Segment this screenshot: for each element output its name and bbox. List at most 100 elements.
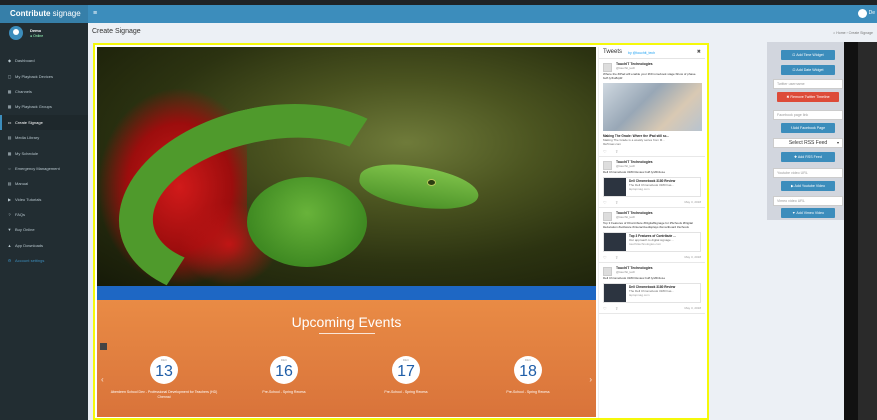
- tweet-date[interactable]: May 3, 2018: [684, 306, 701, 310]
- prev-arrow-icon[interactable]: ‹: [101, 375, 104, 384]
- share-icon[interactable]: ⇪: [615, 149, 618, 154]
- tweet-text: Top 3 Features of #Contribute #DigitalSi…: [603, 221, 693, 229]
- tweet-card[interactable]: Dell Chromebook 3180 Review The Dell Chro…: [603, 177, 701, 197]
- heart-icon[interactable]: ♡: [603, 306, 607, 311]
- event-date-badge: DEC 17: [392, 356, 420, 384]
- events-widget[interactable]: Upcoming Events ‹ › DEC 13 Aberdeen School…: [97, 300, 596, 417]
- share-icon[interactable]: ⇪: [615, 255, 618, 260]
- top-bar: Contribute signage ≡ De: [0, 5, 877, 23]
- close-icon[interactable]: ✖: [697, 49, 701, 55]
- chevron-down-icon: ▾: [836, 140, 839, 145]
- sidebar-item-channels[interactable]: ▦ Channels: [0, 84, 88, 99]
- sidebar-item-account-settings[interactable]: ⚙ Account settings: [0, 253, 88, 268]
- facebook-link-input[interactable]: Facebook page link: [773, 110, 843, 120]
- event-item[interactable]: DEC 17 Pre-School - Spring Recess: [351, 356, 461, 395]
- heart-icon[interactable]: ♡: [603, 149, 607, 154]
- sidebar-item-create-signage[interactable]: ▭ Create Signage: [0, 114, 88, 130]
- media-icon: ▤: [7, 135, 12, 141]
- rss-feed-select[interactable]: Select RSS Feed ▾: [773, 138, 843, 148]
- sidebar-item-video-tutorials[interactable]: ▶ Video Tutorials: [0, 192, 88, 207]
- user-avatar-icon[interactable]: [858, 9, 867, 18]
- event-day: 13: [155, 363, 173, 380]
- tweet[interactable]: TouchIT Technologies @touchit_tech Dell Ch…: [599, 263, 705, 314]
- sidebar-item-my-schedule[interactable]: ▦ My Schedule: [0, 145, 88, 160]
- sidebar-item-emergency-management[interactable]: ○ Emergency Management: [0, 161, 88, 176]
- page-title: Create Signage: [92, 28, 141, 35]
- tweet-card-site: laptopmag.com: [629, 293, 650, 297]
- channels-icon: ▦: [7, 88, 12, 94]
- preview-panel-inner: [858, 42, 877, 420]
- tweet[interactable]: TouchIT Technologies @touchit_tech Where t…: [599, 59, 705, 157]
- heart-icon[interactable]: ♡: [603, 200, 607, 205]
- brand-logo[interactable]: Contribute signage: [0, 5, 88, 23]
- ticker-strip[interactable]: [97, 286, 596, 300]
- event-item[interactable]: DEC 18 Pre-School - Spring Recess: [473, 356, 583, 395]
- event-month: DEC: [402, 358, 410, 362]
- sidebar-item-app-downloads[interactable]: ▲ App Downloads: [0, 238, 88, 253]
- remove-twitter-button[interactable]: ✖ Remove Twitter Timeline: [777, 92, 839, 102]
- tweet[interactable]: TouchIT Technologies @touchit_tech Top 3 F…: [599, 208, 705, 263]
- snake-eye: [427, 179, 436, 186]
- tweet-card[interactable]: Top 3 Features of Contribute ... Our appr…: [603, 232, 701, 252]
- tweet-date[interactable]: May 3, 2018: [684, 255, 701, 259]
- event-item[interactable]: DEC 13 Aberdeen School Dev - Professional …: [109, 356, 219, 400]
- tweet-footer: ♡ ⇪ May 3, 2018: [603, 255, 701, 260]
- sidebar-item-manual[interactable]: ▤ Manual: [0, 176, 88, 191]
- add-date-widget-button[interactable]: ⊡ Add Date Widget: [781, 65, 835, 75]
- youtube-url-input[interactable]: Youtube video URL: [773, 168, 843, 178]
- tweets-widget[interactable]: Tweets by @touchit_tech ✖ TouchIT Techno…: [598, 47, 705, 418]
- signage-canvas[interactable]: Upcoming Events ‹ › DEC 13 Aberdeen School…: [93, 43, 709, 420]
- sidebar-item-dashboard[interactable]: ◆ Dashboard: [0, 53, 88, 68]
- tweet-handle[interactable]: @touchit_tech: [616, 164, 701, 168]
- sidebar-item-my-playback-devices[interactable]: ▢ My Playback Devices: [0, 68, 88, 83]
- tweet-handle[interactable]: @touchit_tech: [616, 66, 701, 70]
- tweet-card-thumbnail: [604, 284, 626, 302]
- sidebar-item-label: Manual: [15, 181, 29, 187]
- sidebar-item-label: App Downloads: [15, 242, 44, 248]
- add-time-widget-button[interactable]: ⊡ Add Time Widget: [781, 50, 835, 60]
- add-youtube-button[interactable]: ▶ Add Youtube Video: [781, 181, 835, 191]
- tweets-by[interactable]: by @touchit_tech: [628, 51, 655, 55]
- slide-indicator-icon[interactable]: [100, 343, 107, 350]
- tweet-handle[interactable]: @touchit_tech: [616, 215, 701, 219]
- tweet-avatar[interactable]: [603, 161, 612, 170]
- tweet-image[interactable]: [603, 83, 702, 131]
- share-icon[interactable]: ⇪: [615, 200, 618, 205]
- breadcrumb[interactable]: ⌂ Home › Create Signage: [833, 31, 873, 35]
- add-rss-button[interactable]: ✚ Add RSS Feed: [781, 152, 835, 162]
- sidebar-item-label: Video Tutorials: [15, 196, 42, 202]
- sidebar-item-buy-online[interactable]: ▼ Buy Online: [0, 222, 88, 237]
- avatar: [9, 26, 23, 40]
- tweet-avatar[interactable]: [603, 212, 612, 221]
- tweet-card-site: touchittechnologies.com: [629, 242, 662, 246]
- tweet-date[interactable]: May 3, 2018: [684, 200, 701, 204]
- sidebar-item-label: Dashboard: [15, 58, 35, 64]
- device-icon: ▢: [7, 73, 12, 79]
- heart-icon[interactable]: ♡: [603, 255, 607, 260]
- event-caption: Pre-School - Spring Recess: [384, 390, 428, 394]
- vimeo-url-input[interactable]: Vimeo video URL: [773, 196, 843, 206]
- hero-image[interactable]: [97, 47, 596, 286]
- user-menu-label[interactable]: De: [869, 10, 875, 16]
- tweet-handle[interactable]: @touchit_tech: [616, 270, 701, 274]
- tweet-avatar[interactable]: [603, 63, 612, 72]
- tweet-avatar[interactable]: [603, 267, 612, 276]
- add-vimeo-button[interactable]: ▼ Add Vimeo Video: [781, 208, 835, 218]
- next-arrow-icon[interactable]: ›: [589, 375, 592, 384]
- profile-name: Demo: [30, 28, 42, 33]
- twitter-username-input[interactable]: Twitter username: [773, 79, 843, 89]
- event-item[interactable]: DEC 16 Pre-School - Spring Recess: [229, 356, 339, 395]
- event-date-badge: DEC 18: [514, 356, 542, 384]
- add-facebook-button[interactable]: f Add Facebook Page: [781, 123, 835, 133]
- emergency-icon: ○: [8, 165, 11, 171]
- tweet-footer: ♡ ⇪: [603, 149, 701, 154]
- share-icon[interactable]: ⇪: [615, 306, 618, 311]
- tweet[interactable]: TouchIT Technologies @touchit_tech Dell Ch…: [599, 157, 705, 208]
- profile-status: ● Online: [30, 34, 44, 38]
- hamburger-icon[interactable]: ≡: [93, 10, 97, 18]
- schedule-icon: ▦: [7, 150, 12, 156]
- sidebar-item-faqs[interactable]: ? FAQs: [0, 207, 88, 222]
- sidebar-item-media-library[interactable]: ▤ Media Library: [0, 130, 88, 145]
- tweet-card[interactable]: Dell Chromebook 3180 Review The Dell Chro…: [603, 283, 701, 303]
- sidebar-item-my-playback-groups[interactable]: ▦ My Playback Groups: [0, 99, 88, 114]
